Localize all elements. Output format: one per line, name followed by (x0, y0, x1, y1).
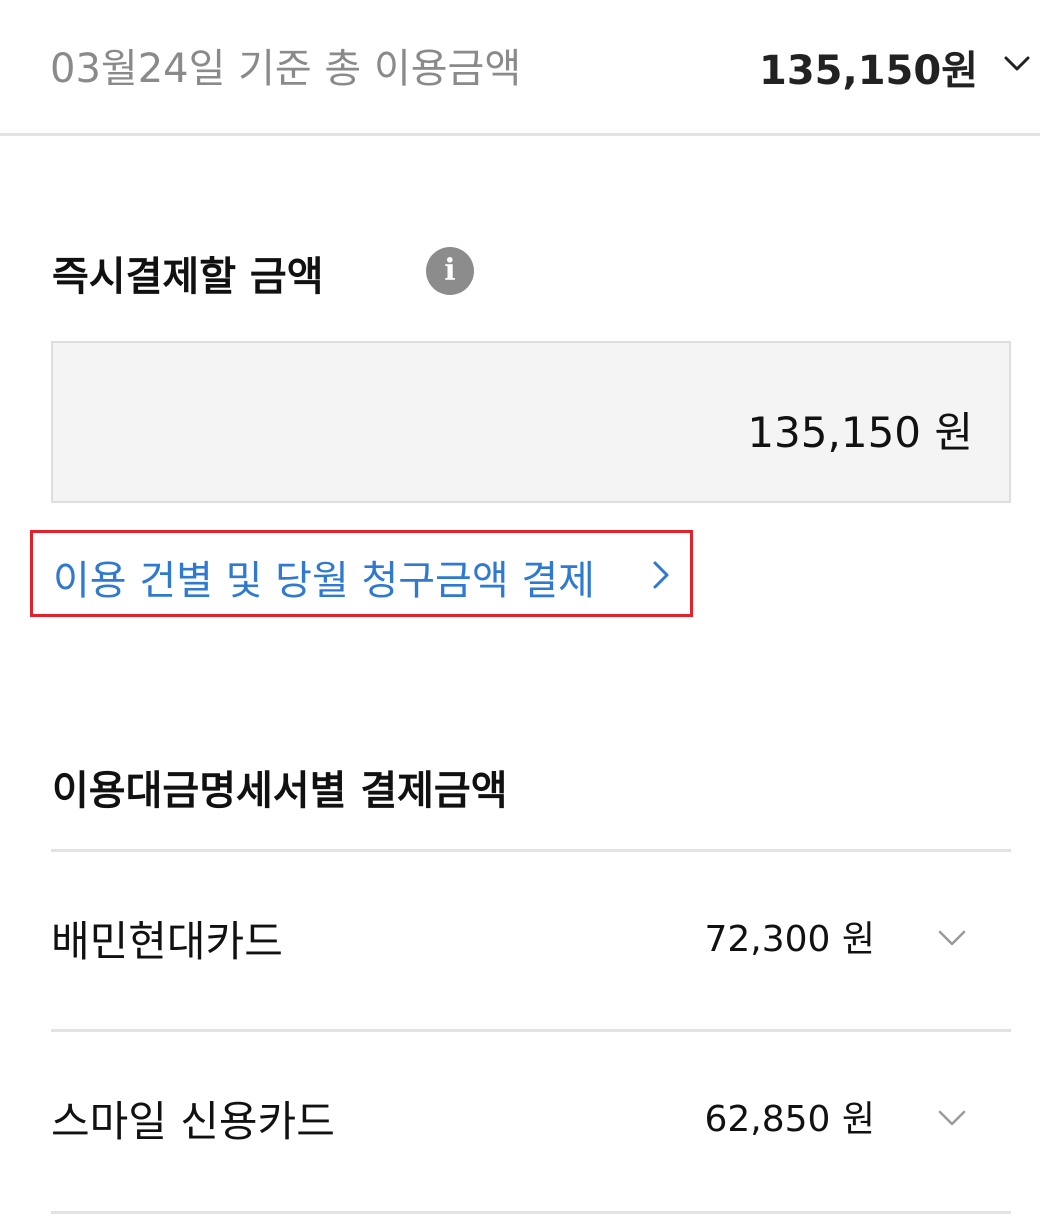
instant-payment-amount-field[interactable]: 135,150 원 (51, 341, 1011, 503)
card-amount: 62,850 원 (704, 1099, 875, 1140)
chevron-down-icon[interactable] (937, 1106, 967, 1130)
instant-payment-title: 즉시결제할 금액 (52, 254, 324, 300)
divider (51, 1211, 1011, 1214)
info-icon[interactable]: i (426, 247, 474, 295)
chevron-down-icon[interactable] (1002, 48, 1032, 78)
statements-title: 이용대금명세서별 결제금액 (52, 768, 508, 814)
statement-row-baemin-hyundai-card[interactable]: 배민현대카드 72,300 원 (51, 852, 1011, 1030)
itemized-payment-link-label: 이용 건별 및 당월 청구금액 결제 (53, 558, 595, 604)
chevron-right-icon (653, 561, 669, 589)
card-name: 스마일 신용카드 (51, 1097, 335, 1146)
total-usage-date-label: 03월24일 기준 총 이용금액 (50, 46, 522, 92)
instant-payment-amount-value: 135,150 원 (747, 408, 973, 457)
statement-row-smile-credit-card[interactable]: 스마일 신용카드 62,850 원 (51, 1032, 1011, 1210)
total-usage-amount: 135,150원 (759, 48, 978, 94)
itemized-payment-link[interactable]: 이용 건별 및 당월 청구금액 결제 (30, 530, 693, 617)
total-usage-header[interactable]: 03월24일 기준 총 이용금액 135,150원 (0, 0, 1040, 136)
card-name: 배민현대카드 (51, 917, 283, 966)
card-amount: 72,300 원 (704, 919, 875, 960)
chevron-down-icon[interactable] (937, 926, 967, 950)
